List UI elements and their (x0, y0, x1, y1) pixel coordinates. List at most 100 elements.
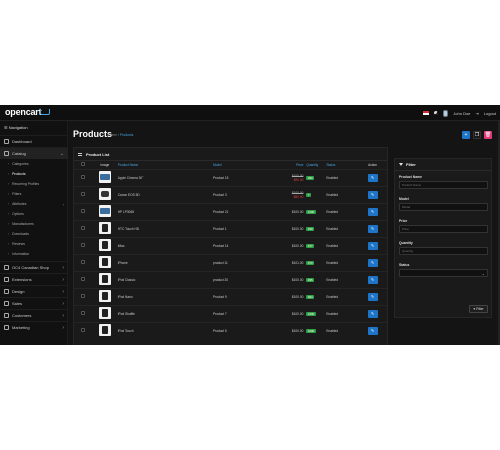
column-model[interactable]: Model (213, 161, 277, 169)
model-input[interactable]: Model (399, 203, 488, 211)
row-checkbox[interactable] (80, 311, 85, 315)
product-name-input[interactable]: Product Name (399, 181, 488, 189)
row-checkbox[interactable] (80, 209, 85, 213)
table-header-row: Image Product Name Model Price Quantity … (74, 161, 387, 169)
dark-mode-icon[interactable] (434, 111, 439, 115)
price-value: $100.00 (291, 294, 304, 299)
filter-panel: Filter Product Name Product Name Model M… (394, 158, 492, 318)
status-select[interactable]: ⌄ (399, 269, 488, 277)
sidebar-item-catalog[interactable]: Catalog ⌄ (0, 147, 68, 159)
table-row: Canon EOS 5D Product 3 $100.00 $80.00 7 Enabl… (74, 185, 387, 203)
row-select-cell (74, 219, 92, 237)
delete-button[interactable]: 🗑 (484, 131, 492, 139)
status-cell: Enabled (324, 270, 359, 288)
sidebar-subitem-label: Information (12, 252, 30, 256)
row-checkbox[interactable] (80, 328, 85, 333)
cart-icon (4, 301, 9, 306)
chevron-down-icon: ⌄ (481, 271, 485, 276)
sidebar-item-dashboard[interactable]: Dashboard (0, 135, 68, 147)
sidebar-subitem-label: Downloads (12, 232, 29, 236)
sidebar-subitem-reviews[interactable]: › Reviews (0, 239, 68, 249)
select-all-checkbox[interactable] (80, 162, 85, 167)
sidebar-item-design[interactable]: Design › (0, 285, 68, 297)
sidebar-item-oc4-canadian-shop[interactable]: OC4 Canadian Shop › (0, 261, 68, 273)
chevron-right-icon: › (8, 202, 10, 206)
row-checkbox[interactable] (80, 175, 85, 179)
edit-button[interactable]: ✎ (367, 173, 378, 182)
quantity-input[interactable]: Quantity (399, 247, 488, 255)
column-status[interactable]: Status (324, 161, 358, 169)
status-cell: Enabled (324, 202, 359, 220)
sidebar-subitem-options[interactable]: › Options (0, 209, 68, 219)
sidebar-subitem-label: Reviews (12, 242, 25, 246)
breadcrumb-home[interactable]: Home (108, 133, 117, 137)
tag-icon (4, 151, 9, 156)
edit-button[interactable]: ✎ (367, 190, 378, 199)
sidebar-subitem-downloads[interactable]: › Downloads (0, 229, 68, 239)
logout-icon[interactable]: ⇥ (475, 111, 478, 116)
row-checkbox[interactable] (80, 192, 85, 196)
table-row: iPod Nano Product 9 $100.00 994 Enabled ✎ (74, 287, 387, 305)
chevron-right-icon: › (8, 232, 10, 236)
column-price[interactable]: Price (277, 161, 307, 169)
user-name[interactable]: John Doe (453, 111, 470, 116)
model-cell: Product 7 (213, 304, 277, 322)
row-checkbox[interactable] (80, 277, 85, 281)
pencil-icon: ✎ (370, 294, 375, 299)
product-thumbnail (98, 324, 111, 337)
price-input[interactable]: Price (399, 225, 488, 233)
sidebar-item-marketing[interactable]: Marketing › (0, 321, 68, 333)
sidebar-subitem-categories[interactable]: › Categories (0, 159, 68, 169)
edit-button[interactable]: ✎ (367, 292, 378, 301)
sidebar-item-extensions[interactable]: Extensions › (0, 273, 68, 285)
product-image (101, 275, 108, 283)
model-cell: Product 1 (213, 219, 277, 237)
sidebar-item-customers[interactable]: Customers › (0, 309, 68, 321)
row-checkbox[interactable] (80, 243, 85, 247)
breadcrumb: Home / Products (108, 133, 133, 137)
action-cell: ✎ (358, 321, 387, 339)
sidebar-subitem-filters[interactable]: › Filters (0, 189, 68, 199)
edit-button[interactable]: ✎ (367, 275, 378, 284)
edit-button[interactable]: ✎ (367, 224, 378, 233)
store-icon (4, 265, 9, 270)
logout-link[interactable]: Logout (484, 111, 496, 116)
sidebar-subitem-recurring-profiles[interactable]: › Recurring Profiles (0, 179, 68, 189)
sidebar-item-label: Customers (12, 313, 32, 318)
sidebar-subitem-manufacturers[interactable]: › Manufacturers (0, 219, 68, 229)
price-cell: $100.00 (276, 287, 307, 305)
row-checkbox[interactable] (80, 294, 85, 298)
sidebar-subitem-attributes[interactable]: › Attributes › (0, 199, 68, 209)
sidebar-subitem-information[interactable]: › Information (0, 249, 68, 259)
status-cell: Enabled (324, 287, 359, 305)
edit-button[interactable]: ✎ (367, 241, 378, 250)
edit-button[interactable]: ✎ (367, 207, 378, 216)
product-thumbnail (98, 188, 111, 200)
sidebar-subitem-products[interactable]: › Products (0, 169, 68, 179)
column-quantity[interactable]: Quantity (306, 161, 324, 169)
price-value: $100.00 (291, 328, 304, 333)
opencart-logo[interactable]: opencart (5, 107, 50, 117)
row-checkbox[interactable] (80, 226, 85, 230)
edit-button[interactable]: ✎ (367, 309, 378, 318)
filter-button[interactable]: ▾ Filter (469, 305, 488, 313)
price-cell: $100.00 (276, 219, 307, 237)
chevron-down-icon: ⌄ (59, 150, 64, 157)
add-new-button[interactable]: + (462, 131, 470, 139)
copy-button[interactable]: ❐ (473, 131, 481, 139)
edit-button[interactable]: ✎ (367, 326, 378, 335)
table-row: HP LP3065 Product 21 $100.00 1000 Enabled ✎ (74, 202, 387, 220)
column-product-name[interactable]: Product Name (118, 161, 213, 169)
sidebar-item-sales[interactable]: Sales › (0, 297, 68, 309)
breadcrumb-current[interactable]: Products (120, 133, 133, 137)
edit-button[interactable]: ✎ (367, 258, 378, 267)
language-flag-icon[interactable] (423, 111, 430, 115)
chevron-right-icon: › (8, 182, 10, 186)
price-cell: $100.00 $80.00 (276, 185, 307, 203)
row-checkbox[interactable] (80, 260, 85, 264)
product-list-header: Product List (74, 148, 387, 161)
status-cell: Enabled (324, 321, 359, 339)
avatar[interactable] (443, 109, 449, 117)
copy-icon: ❐ (474, 132, 480, 138)
quantity-badge: 1000 (306, 209, 316, 214)
